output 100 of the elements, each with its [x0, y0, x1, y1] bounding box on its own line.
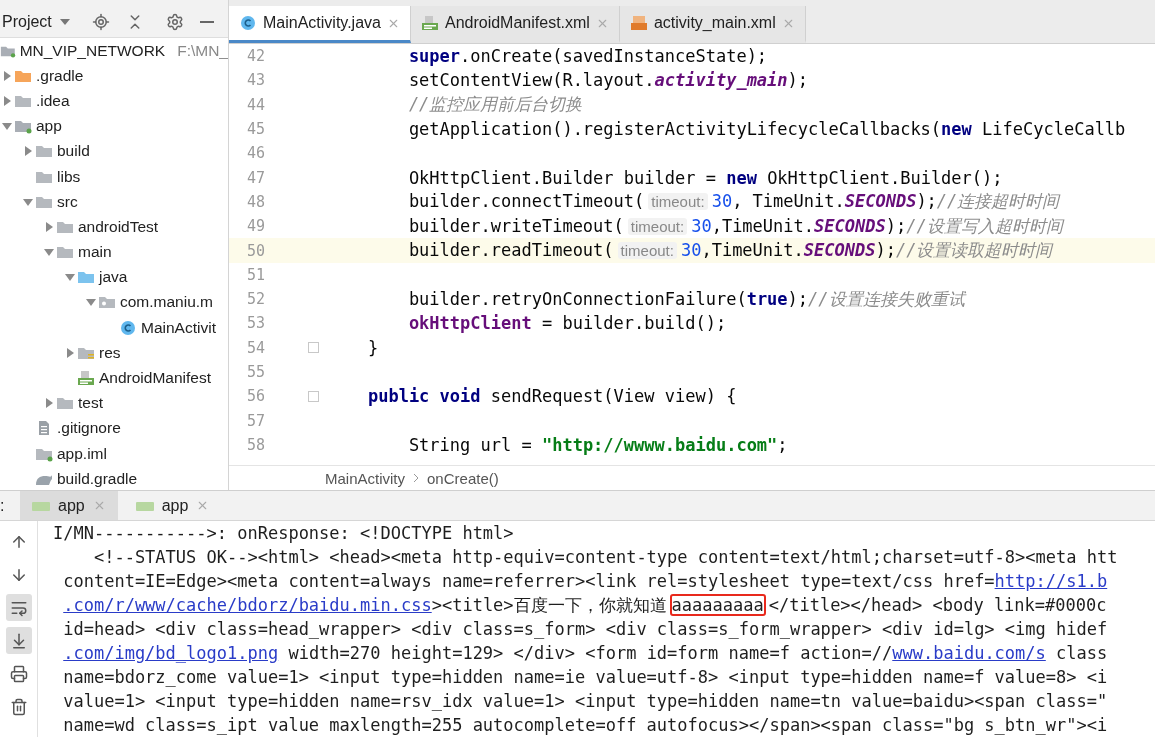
line-number: 49 — [246, 217, 266, 236]
line-number: 52 — [246, 290, 266, 309]
log-link[interactable]: .com/r/www/cache/bdorz/baidu.min.css — [63, 595, 432, 615]
expanded-arrow-icon[interactable] — [23, 196, 33, 207]
scroll-to-end-button[interactable] — [5, 627, 32, 654]
expanded-arrow-icon[interactable] — [86, 297, 96, 308]
collapsed-arrow-icon[interactable] — [65, 347, 75, 358]
locate-button[interactable] — [91, 12, 110, 31]
line-number: 53 — [246, 314, 266, 333]
collapsed-arrow-icon[interactable] — [23, 146, 33, 157]
tree-item[interactable]: main — [78, 243, 112, 262]
soft-wrap-button[interactable] — [5, 594, 32, 621]
code-line: setContentView(R.layout.activity_main); — [407, 70, 810, 91]
run-tab[interactable]: app — [123, 491, 222, 520]
minimize-button[interactable] — [199, 20, 214, 23]
line-number: 50 — [246, 241, 266, 260]
code-line: public void sendRequest(View view) { — [366, 386, 738, 407]
panel-label: : — [0, 495, 6, 516]
expanded-arrow-icon[interactable] — [65, 272, 75, 283]
code-line: okHttpClient = builder.build(); — [407, 313, 728, 334]
code-line: builder.writeTimeout( timeout: 30,TimeUnit.SECONDS);//设置写入超时时间 — [407, 214, 1066, 238]
log-text: <!--STATUS OK--><html> <head><meta http-equiv=content-type content=text/html;charset=utf-8><meta htt — [92, 547, 1118, 567]
expanded-arrow-icon[interactable] — [44, 247, 54, 258]
editor-tab[interactable]: AndroidManifest.xml — [410, 6, 620, 43]
tree-item[interactable]: src — [57, 192, 78, 211]
folder-icon — [56, 244, 74, 261]
log-text: I/MN----------->: onResponse: <!DOCTYPE html> — [53, 523, 514, 543]
log-text: value=1> <input type=hidden name=rsv_idx value=1> <input type=hidden name=tn value=baidu><span class=" — [62, 691, 1108, 711]
log-text: name=wd class=s_ipt value maxlength=255 autocomplete=off autofocus></span><span class="bg s_btn_wr"><i — [62, 715, 1108, 735]
tree-item[interactable]: res — [99, 343, 121, 362]
editor-tab[interactable]: MainActivity.java — [229, 6, 411, 43]
log-link[interactable]: .com/img/bd_logo1.png — [63, 643, 279, 663]
code-line: } — [366, 337, 380, 358]
crosshair-icon — [91, 12, 110, 31]
folder-icon — [77, 269, 95, 286]
tree-item[interactable]: .gitignore — [57, 419, 121, 438]
fold-marker-icon[interactable] — [307, 342, 319, 354]
line-number: 46 — [246, 144, 266, 163]
tree-item[interactable]: build — [57, 142, 90, 161]
line-number: 57 — [246, 411, 266, 430]
collapsed-arrow-icon[interactable] — [2, 70, 12, 81]
tree-item[interactable]: app — [36, 117, 62, 136]
printer-icon — [9, 664, 28, 683]
log-text: id=head> <div class=head_wrapper> <div class=s_form> <div class=s_form_wrapper> <div id=lg> <img hidef — [62, 619, 1108, 639]
collapsed-arrow-icon[interactable] — [44, 221, 54, 232]
editor-tab[interactable]: activity_main.xml — [619, 6, 806, 43]
manifest-file-icon — [420, 15, 439, 31]
log-text: width=270 height=129> </div> <form id=form name=f action=// — [287, 643, 893, 663]
code-line: getApplication().registerActivityLifecycleCallbacks(new LifeCycleCallb — [407, 119, 1127, 140]
log-text: class — [1055, 643, 1108, 663]
code-line: builder.retryOnConnectionFailure(true);//设置连接失败重试 — [407, 287, 968, 311]
line-number: 47 — [246, 168, 266, 187]
log-text: name=bdorz_come value=1> <input type=hidden name=ie value=utf-8> <input type=hidden name=f value=8> <i — [62, 667, 1108, 687]
tree-item[interactable]: test — [78, 394, 103, 413]
line-number: 58 — [246, 435, 266, 454]
project-view-dropdown[interactable]: Project — [0, 12, 70, 31]
code-line: //监控应用前后台切换 — [407, 93, 584, 117]
chevron-icon — [413, 473, 420, 483]
code-line: OkHttpClient.Builder builder = new OkHttpClient.Builder(); — [407, 167, 1004, 188]
tree-item[interactable]: app.iml — [57, 444, 107, 463]
tree-item[interactable]: MN_VIP_NETWORK — [19, 41, 166, 60]
collapsed-arrow-icon[interactable] — [2, 95, 12, 106]
collapsed-arrow-icon[interactable] — [44, 398, 54, 409]
run-tab[interactable]: app — [20, 491, 118, 520]
fold-marker-icon[interactable] — [307, 390, 319, 402]
package-folder-icon — [98, 294, 116, 311]
minus-icon — [199, 20, 214, 23]
line-number: 43 — [246, 71, 266, 90]
trash-icon — [9, 697, 28, 716]
code-line: builder.connectTimeout( timeout: 30, TimeUnit.SECONDS);//连接超时时间 — [407, 190, 1062, 214]
breadcrumb[interactable]: MainActivity — [325, 469, 406, 487]
breadcrumb[interactable]: onCreate() — [427, 469, 499, 487]
line-number: 48 — [246, 192, 266, 211]
tree-item[interactable]: AndroidManifest — [99, 369, 211, 388]
tree-item[interactable]: MainActivit — [141, 318, 216, 337]
log-text: </title></head> <body link=#0000c — [768, 595, 1107, 615]
code-line: String url = "http://wwww.baidu.com"; — [407, 434, 789, 455]
log-link[interactable]: http://s1.b — [994, 571, 1108, 591]
log-link[interactable]: www.baidu.com/s — [892, 643, 1046, 663]
line-number: 42 — [246, 47, 266, 66]
tree-item[interactable]: libs — [57, 167, 81, 186]
code-line: builder.readTimeout( timeout: 30,TimeUnit.SECONDS);//设置读取超时时间 — [407, 239, 1055, 262]
tree-item[interactable]: com.maniu.m — [120, 293, 214, 312]
class-icon — [119, 319, 137, 336]
line-number: 56 — [246, 387, 266, 406]
app-module-icon — [135, 499, 154, 512]
tree-item[interactable]: androidTest — [78, 217, 159, 236]
xml-file-icon — [629, 15, 648, 31]
settings-button[interactable] — [165, 12, 184, 31]
project-path: F:\MN_ — [177, 41, 228, 60]
line-number: 51 — [246, 265, 266, 284]
tree-item[interactable]: build.gradle — [57, 469, 138, 488]
caret-icon — [59, 18, 70, 25]
expanded-arrow-icon[interactable] — [2, 121, 12, 132]
code-line: super.onCreate(savedInstanceState); — [407, 46, 769, 67]
tree-item[interactable]: java — [99, 268, 128, 287]
app-module-icon — [32, 499, 50, 512]
gear-icon — [165, 12, 184, 31]
tree-item[interactable]: .gradle — [36, 66, 84, 85]
tree-item[interactable]: .idea — [36, 91, 70, 110]
